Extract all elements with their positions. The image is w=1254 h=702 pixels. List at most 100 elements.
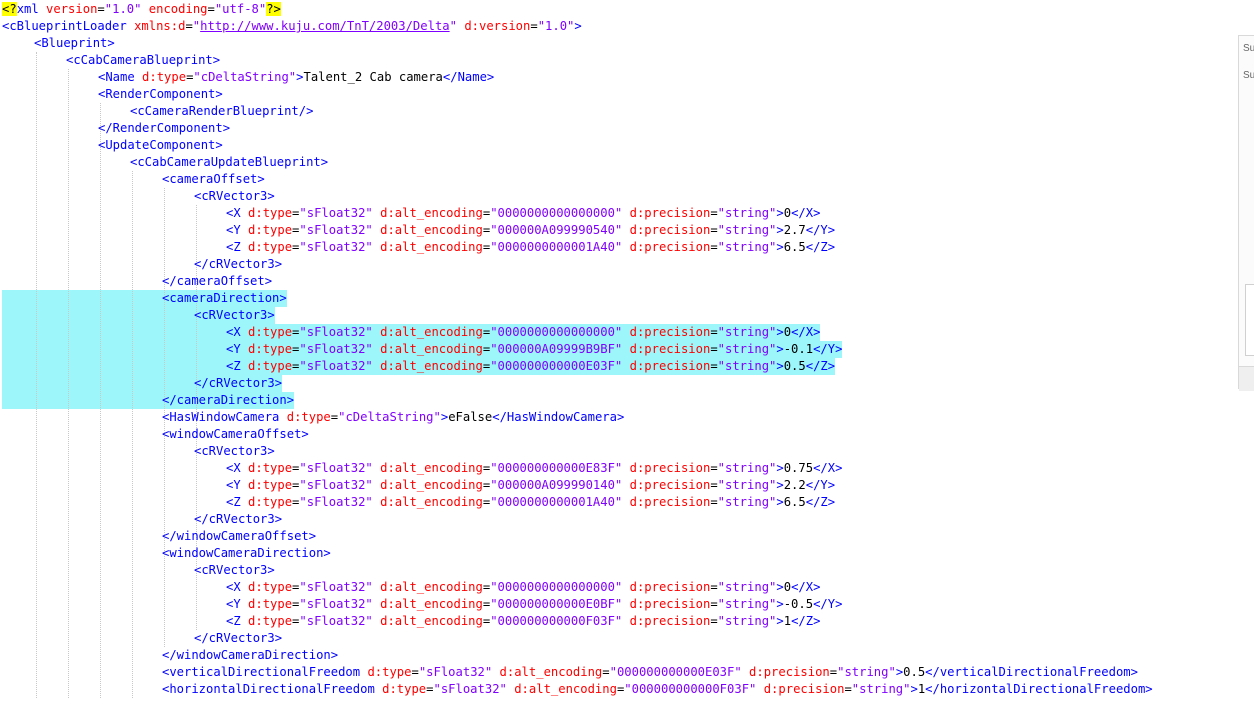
code-token-tag: <cRVector3> bbox=[194, 444, 275, 458]
code-line[interactable]: <Y d:type="sFloat32" d:alt_encoding="000… bbox=[226, 596, 842, 613]
code-token-val: "cDeltaString" bbox=[338, 410, 441, 424]
code-token-val: "string" bbox=[717, 359, 777, 373]
code-line[interactable]: <cCameraRenderBlueprint/> bbox=[130, 103, 313, 120]
code-token-attr: d:precision bbox=[629, 495, 711, 509]
code-token-attr: d:precision bbox=[629, 342, 711, 356]
code-line[interactable]: </cRVector3> bbox=[194, 630, 282, 647]
code-line[interactable]: <horizontalDirectionalFreedom d:type="sF… bbox=[162, 681, 1153, 698]
code-token-tag: <X bbox=[226, 325, 249, 339]
code-line[interactable]: <cRVector3> bbox=[194, 562, 275, 579]
code-token-attr: d:alt_encoding bbox=[380, 580, 483, 594]
code-token-tag: </Y> bbox=[805, 478, 836, 492]
code-line[interactable]: <X d:type="sFloat32" d:alt_encoding="000… bbox=[226, 579, 820, 596]
code-token-txt: -0.5 bbox=[783, 597, 814, 611]
code-token-val: "sFloat32" bbox=[299, 206, 381, 220]
code-token-tag: </cRVector3> bbox=[194, 257, 283, 271]
code-token-tag: </HasWindowCamera> bbox=[492, 410, 625, 424]
code-token-val: "string" bbox=[717, 495, 777, 509]
code-token-txt: 6.5 bbox=[783, 240, 806, 254]
code-line[interactable]: <cCabCameraBlueprint> bbox=[66, 52, 220, 69]
code-token-tag: <horizontalDirectionalFreedom bbox=[162, 682, 383, 696]
code-line[interactable]: <Z d:type="sFloat32" d:alt_encoding="000… bbox=[226, 613, 820, 630]
code-line[interactable]: <cCabCameraUpdateBlueprint> bbox=[130, 154, 328, 171]
side-panel-box[interactable] bbox=[1245, 284, 1254, 356]
code-token-tag: <cRVector3> bbox=[194, 563, 275, 577]
code-token-tag: > bbox=[776, 495, 784, 509]
code-token-attr: d:alt_encoding bbox=[380, 206, 483, 220]
code-line[interactable]: </windowCameraOffset> bbox=[162, 528, 316, 545]
code-line[interactable]: <HasWindowCamera d:type="cDeltaString">e… bbox=[162, 409, 624, 426]
code-line[interactable]: <?xml version="1.0" encoding="utf-8"?> bbox=[2, 1, 281, 18]
code-token-txt: Talent_2 Cab camera bbox=[303, 70, 443, 84]
code-line[interactable]: <X d:type="sFloat32" d:alt_encoding="000… bbox=[226, 205, 820, 222]
code-line[interactable]: <cBlueprintLoader xmlns:d="http://www.ku… bbox=[2, 18, 582, 35]
code-line[interactable]: <windowCameraOffset> bbox=[162, 426, 309, 443]
xml-editor[interactable]: <?xml version="1.0" encoding="utf-8"?> <c… bbox=[0, 0, 1238, 702]
code-token-txt: = bbox=[844, 682, 852, 696]
code-token-tag: > bbox=[910, 682, 918, 696]
code-line[interactable]: </cameraOffset> bbox=[162, 273, 272, 290]
code-line[interactable]: <cRVector3> bbox=[194, 307, 275, 324]
code-token-tag: <Y bbox=[226, 342, 249, 356]
code-line[interactable]: <cRVector3> bbox=[194, 443, 275, 460]
code-token-tag: > bbox=[776, 597, 784, 611]
code-line[interactable]: <cameraDirection> bbox=[162, 290, 287, 307]
code-token-tag: </X> bbox=[791, 580, 821, 594]
code-token-attr: d:precision bbox=[763, 682, 845, 696]
code-token-tag: </windowCameraDirection> bbox=[162, 648, 339, 662]
side-panel-fragment-second: Su bbox=[1243, 70, 1254, 81]
code-line[interactable]: </cameraDirection> bbox=[162, 392, 294, 409]
code-line[interactable]: </cRVector3> bbox=[194, 375, 282, 392]
code-token-tag: <X bbox=[226, 206, 249, 220]
code-token-attr: d:alt_encoding bbox=[380, 478, 483, 492]
code-token-val: " bbox=[449, 19, 465, 33]
code-token-val: "string" bbox=[717, 597, 777, 611]
code-line[interactable]: <cameraOffset> bbox=[162, 171, 265, 188]
code-token-tag: </X> bbox=[791, 325, 821, 339]
code-token-val: "000000000000E03F" bbox=[490, 359, 630, 373]
code-token-txt: 0 bbox=[783, 206, 792, 220]
code-token-tag: </cRVector3> bbox=[194, 512, 283, 526]
code-line[interactable]: <Blueprint> bbox=[34, 35, 115, 52]
code-line[interactable]: <X d:type="sFloat32" d:alt_encoding="000… bbox=[226, 460, 842, 477]
code-line[interactable]: <Name d:type="cDeltaString">Talent_2 Cab… bbox=[98, 69, 494, 86]
code-token-tag: <Y bbox=[226, 597, 249, 611]
code-token-val: "string" bbox=[717, 614, 777, 628]
code-token-tag: </Y> bbox=[805, 223, 836, 237]
code-line[interactable]: <windowCameraDirection> bbox=[162, 545, 331, 562]
code-token-attr: d:precision bbox=[629, 223, 711, 237]
code-token-tag: <windowCameraDirection> bbox=[162, 546, 331, 560]
code-line[interactable]: <Z d:type="sFloat32" d:alt_encoding="000… bbox=[226, 239, 835, 256]
code-line[interactable]: <verticalDirectionalFreedom d:type="sFlo… bbox=[162, 664, 1138, 681]
code-line[interactable]: <RenderComponent> bbox=[98, 86, 223, 103]
code-line[interactable]: <cRVector3> bbox=[194, 188, 275, 205]
code-line[interactable]: </windowCameraDirection> bbox=[162, 647, 338, 664]
code-token-txt: 6.5 bbox=[783, 495, 806, 509]
code-line[interactable]: <Y d:type="sFloat32" d:alt_encoding="000… bbox=[226, 477, 835, 494]
code-token-tag: <X bbox=[226, 461, 249, 475]
code-token-val: "000000000000F03F" bbox=[490, 614, 630, 628]
code-token-tag: <UpdateComponent> bbox=[98, 138, 223, 152]
code-token-decl: <? bbox=[2, 2, 17, 16]
code-line[interactable]: <Y d:type="sFloat32" d:alt_encoding="000… bbox=[226, 341, 842, 358]
code-line[interactable]: </cRVector3> bbox=[194, 256, 282, 273]
code-line[interactable]: <Y d:type="sFloat32" d:alt_encoding="000… bbox=[226, 222, 835, 239]
code-token-tag: </Z> bbox=[805, 495, 836, 509]
code-token-val: "0000000000000000" bbox=[490, 325, 630, 339]
code-line[interactable]: <X d:type="sFloat32" d:alt_encoding="000… bbox=[226, 324, 820, 341]
side-panel[interactable]: Su Su bbox=[1238, 35, 1254, 391]
code-line[interactable]: <UpdateComponent> bbox=[98, 137, 223, 154]
code-token-val: "sFloat32" bbox=[299, 240, 381, 254]
code-line[interactable]: </RenderComponent> bbox=[98, 120, 230, 137]
code-line[interactable]: <Z d:type="sFloat32" d:alt_encoding="000… bbox=[226, 494, 835, 511]
code-token-txt: 0.5 bbox=[783, 359, 806, 373]
code-token-url: http://www.kuju.com/TnT/2003/Delta bbox=[200, 19, 450, 33]
code-token-tag: <Y bbox=[226, 223, 249, 237]
code-line[interactable]: <Z d:type="sFloat32" d:alt_encoding="000… bbox=[226, 358, 835, 375]
code-token-attr: d:type bbox=[248, 461, 293, 475]
code-line[interactable]: </cRVector3> bbox=[194, 511, 282, 528]
code-token-tag: <cameraDirection> bbox=[162, 291, 287, 305]
code-token-tag: </Z> bbox=[805, 240, 836, 254]
code-token-attr: d:type bbox=[248, 359, 293, 373]
code-token-attr: d:type bbox=[248, 495, 293, 509]
